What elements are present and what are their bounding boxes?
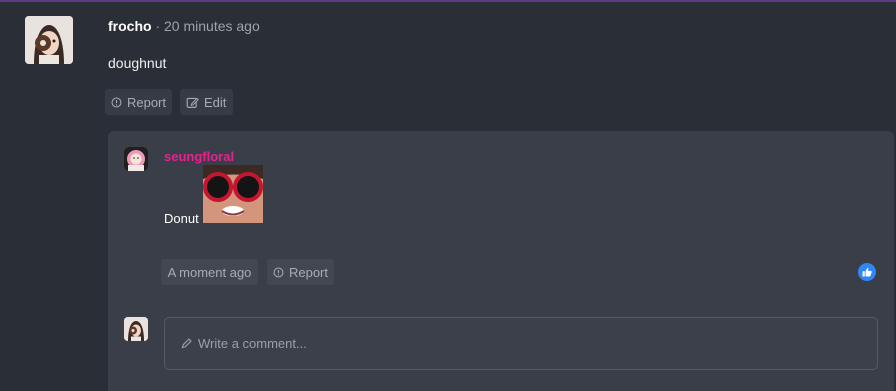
comment-timestamp[interactable]: 20 minutes ago bbox=[164, 18, 260, 34]
reply-timestamp[interactable]: A moment ago bbox=[161, 259, 258, 285]
reply-username[interactable]: seungfloral bbox=[164, 149, 234, 164]
report-button-label: Report bbox=[126, 94, 166, 110]
alert-circle-icon bbox=[273, 267, 284, 277]
edit-button[interactable]: Edit bbox=[180, 89, 233, 115]
comment-input[interactable]: Write a comment... bbox=[164, 317, 878, 370]
comment-avatar[interactable] bbox=[25, 16, 73, 64]
thumbs-up-icon[interactable] bbox=[858, 263, 876, 281]
pencil-icon bbox=[181, 338, 192, 349]
edit-button-label: Edit bbox=[204, 94, 227, 110]
avatar-image bbox=[25, 16, 73, 64]
reply-report-button[interactable]: Report bbox=[267, 259, 334, 285]
comment-input-placeholder: Write a comment... bbox=[180, 336, 307, 351]
comment-header: frocho · 20 minutes ago bbox=[108, 18, 260, 34]
composer-avatar bbox=[124, 317, 148, 341]
comment-body: doughnut bbox=[108, 55, 167, 71]
top-accent-bar bbox=[0, 0, 896, 2]
reply-timestamp-label: A moment ago bbox=[167, 264, 252, 280]
alert-circle-icon bbox=[111, 97, 122, 107]
comment-input-placeholder-text: Write a comment... bbox=[198, 336, 307, 351]
thumbs-up-glyph bbox=[862, 267, 872, 277]
header-separator: · bbox=[151, 18, 165, 34]
reply-avatar-image bbox=[124, 147, 148, 171]
edit-icon bbox=[186, 97, 199, 108]
reply-sticker-image bbox=[203, 165, 263, 223]
report-button[interactable]: Report bbox=[105, 89, 172, 115]
composer-avatar-image bbox=[124, 317, 148, 341]
reply-avatar[interactable] bbox=[124, 147, 148, 171]
reply-text: Donut bbox=[164, 211, 199, 226]
comment-username[interactable]: frocho bbox=[108, 18, 152, 34]
reply-report-label: Report bbox=[288, 264, 328, 280]
